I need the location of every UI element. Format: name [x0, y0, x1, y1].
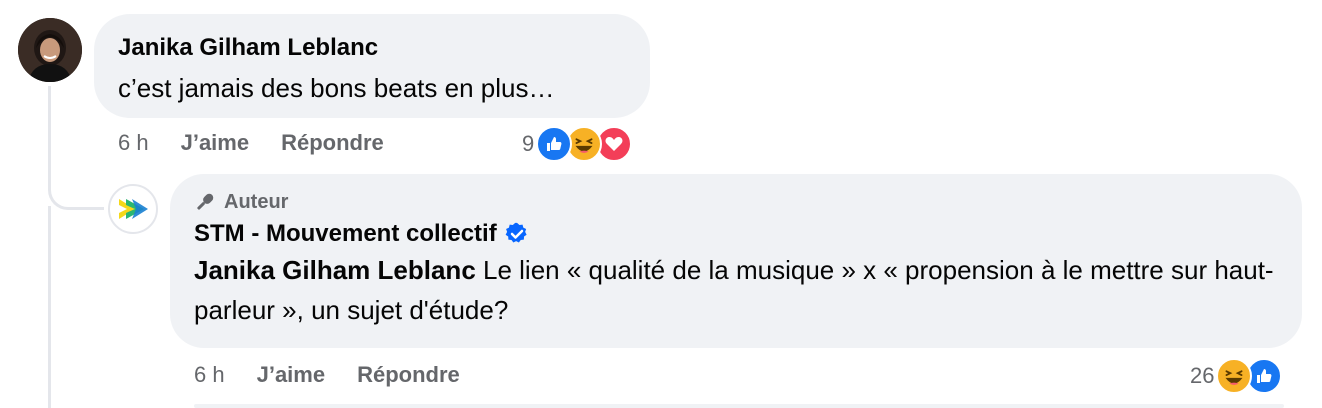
thread-connector: [48, 86, 104, 210]
reaction-summary[interactable]: 26: [1190, 356, 1283, 396]
reply-bubble: Auteur STM - Mouvement collectif Janika …: [170, 174, 1302, 348]
next-comment-edge: [194, 404, 1284, 408]
stm-avatar[interactable]: [108, 184, 158, 234]
like-icon: [536, 126, 573, 162]
like-button[interactable]: J’aime: [181, 130, 250, 156]
reply-button[interactable]: Répondre: [281, 130, 384, 156]
reply-time[interactable]: 6 h: [194, 362, 225, 388]
author-badge-label: Auteur: [224, 191, 289, 213]
reply-actions: 6 h J’aime Répondre: [194, 360, 460, 390]
reply-text: Janika Gilham Leblanc Le lien « qualité …: [194, 250, 1278, 330]
author-badge: Auteur: [194, 190, 1278, 214]
mention-link[interactable]: Janika Gilham Leblanc: [194, 255, 476, 285]
like-button[interactable]: J’aime: [257, 362, 326, 388]
stm-logo-icon: [119, 199, 148, 219]
verified-badge-icon: [505, 222, 527, 243]
comment-actions: 6 h J’aime Répondre: [118, 128, 384, 158]
reaction-count: 26: [1190, 363, 1215, 388]
reply-author[interactable]: STM - Mouvement collectif: [194, 220, 497, 248]
reaction-summary[interactable]: 9: [522, 124, 633, 164]
comment-bubble: Janika Gilham Leblanc c’est jamais des b…: [94, 14, 650, 118]
thread-line: [48, 206, 51, 408]
profile-photo-icon: [18, 18, 82, 82]
comment-author[interactable]: Janika Gilham Leblanc: [118, 34, 626, 62]
haha-icon: [1216, 358, 1253, 394]
microphone-icon: [197, 193, 214, 210]
reaction-count: 9: [522, 131, 535, 156]
commenter-avatar[interactable]: [18, 18, 82, 82]
comment-time[interactable]: 6 h: [118, 130, 149, 156]
reply-button[interactable]: Répondre: [357, 362, 460, 388]
reply-author-row: STM - Mouvement collectif: [194, 220, 1278, 248]
comment-text: c’est jamais des bons beats en plus…: [118, 73, 555, 103]
